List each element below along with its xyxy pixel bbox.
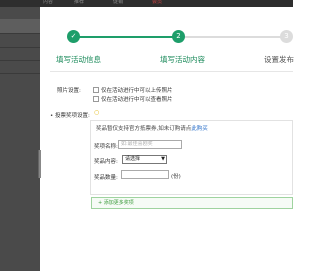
step-3-circle: 3	[280, 30, 293, 43]
prize-name-label: 奖项名称:	[94, 144, 118, 150]
chevron-down-icon: ▼	[161, 156, 165, 162]
divider	[50, 71, 293, 72]
prize-content-value: 请选择	[125, 156, 141, 162]
prize-name-input[interactable]: 如:最佳喜剧奖	[118, 140, 182, 149]
top-nav-item[interactable]: 促销	[113, 0, 123, 5]
sidebar	[0, 7, 40, 271]
prize-count-unit: (份)	[171, 174, 181, 180]
prize-count-input[interactable]	[121, 170, 169, 179]
photo-settings-label: 照片设置:	[57, 88, 81, 94]
prize-section-label: • 投票奖项设置:	[50, 113, 90, 119]
photo-view-option: 仅在活动进行中可以查看照片	[101, 97, 173, 103]
add-prize-button[interactable]: + 添加更多奖项	[91, 197, 293, 209]
stepper-track-done	[73, 36, 178, 38]
photo-upload-checkbox[interactable]	[93, 87, 99, 93]
purchase-link[interactable]: 此购买	[191, 126, 208, 132]
prize-tip-text: 奖品暂仅支持官方抵票券,如未订购请点	[96, 126, 192, 132]
top-nav-item[interactable]: 推荐	[74, 0, 84, 5]
prize-count-label: 奖品数量:	[94, 175, 118, 181]
step-3-label: 设置发布	[264, 55, 294, 64]
step-1-label: 填写活动信息	[56, 55, 101, 64]
prize-content-label: 奖品内容:	[94, 159, 118, 165]
prize-content-select[interactable]: 请选择 ▼	[122, 155, 167, 164]
prize-tip: 奖品暂仅支持官方抵票券,如未订购请点此购买	[96, 124, 208, 132]
photo-upload-option: 仅在活动进行中可以上传照片	[101, 88, 173, 94]
stepper-track-todo	[178, 36, 286, 38]
top-nav-bar: 内容 推荐 促销 会员	[0, 0, 293, 7]
lightbulb-icon: ○	[94, 109, 100, 116]
top-nav-item[interactable]: 会员	[152, 0, 162, 5]
step-2-circle: 2	[172, 30, 185, 43]
photo-view-checkbox[interactable]	[93, 96, 99, 102]
step-2-label: 填写活动内容	[160, 55, 205, 64]
step-1-circle: ✓	[67, 30, 80, 43]
sidebar-item-active[interactable]	[0, 19, 40, 33]
top-nav-item[interactable]: 内容	[43, 0, 53, 5]
prize-section-text: 投票奖项设置:	[55, 113, 90, 119]
